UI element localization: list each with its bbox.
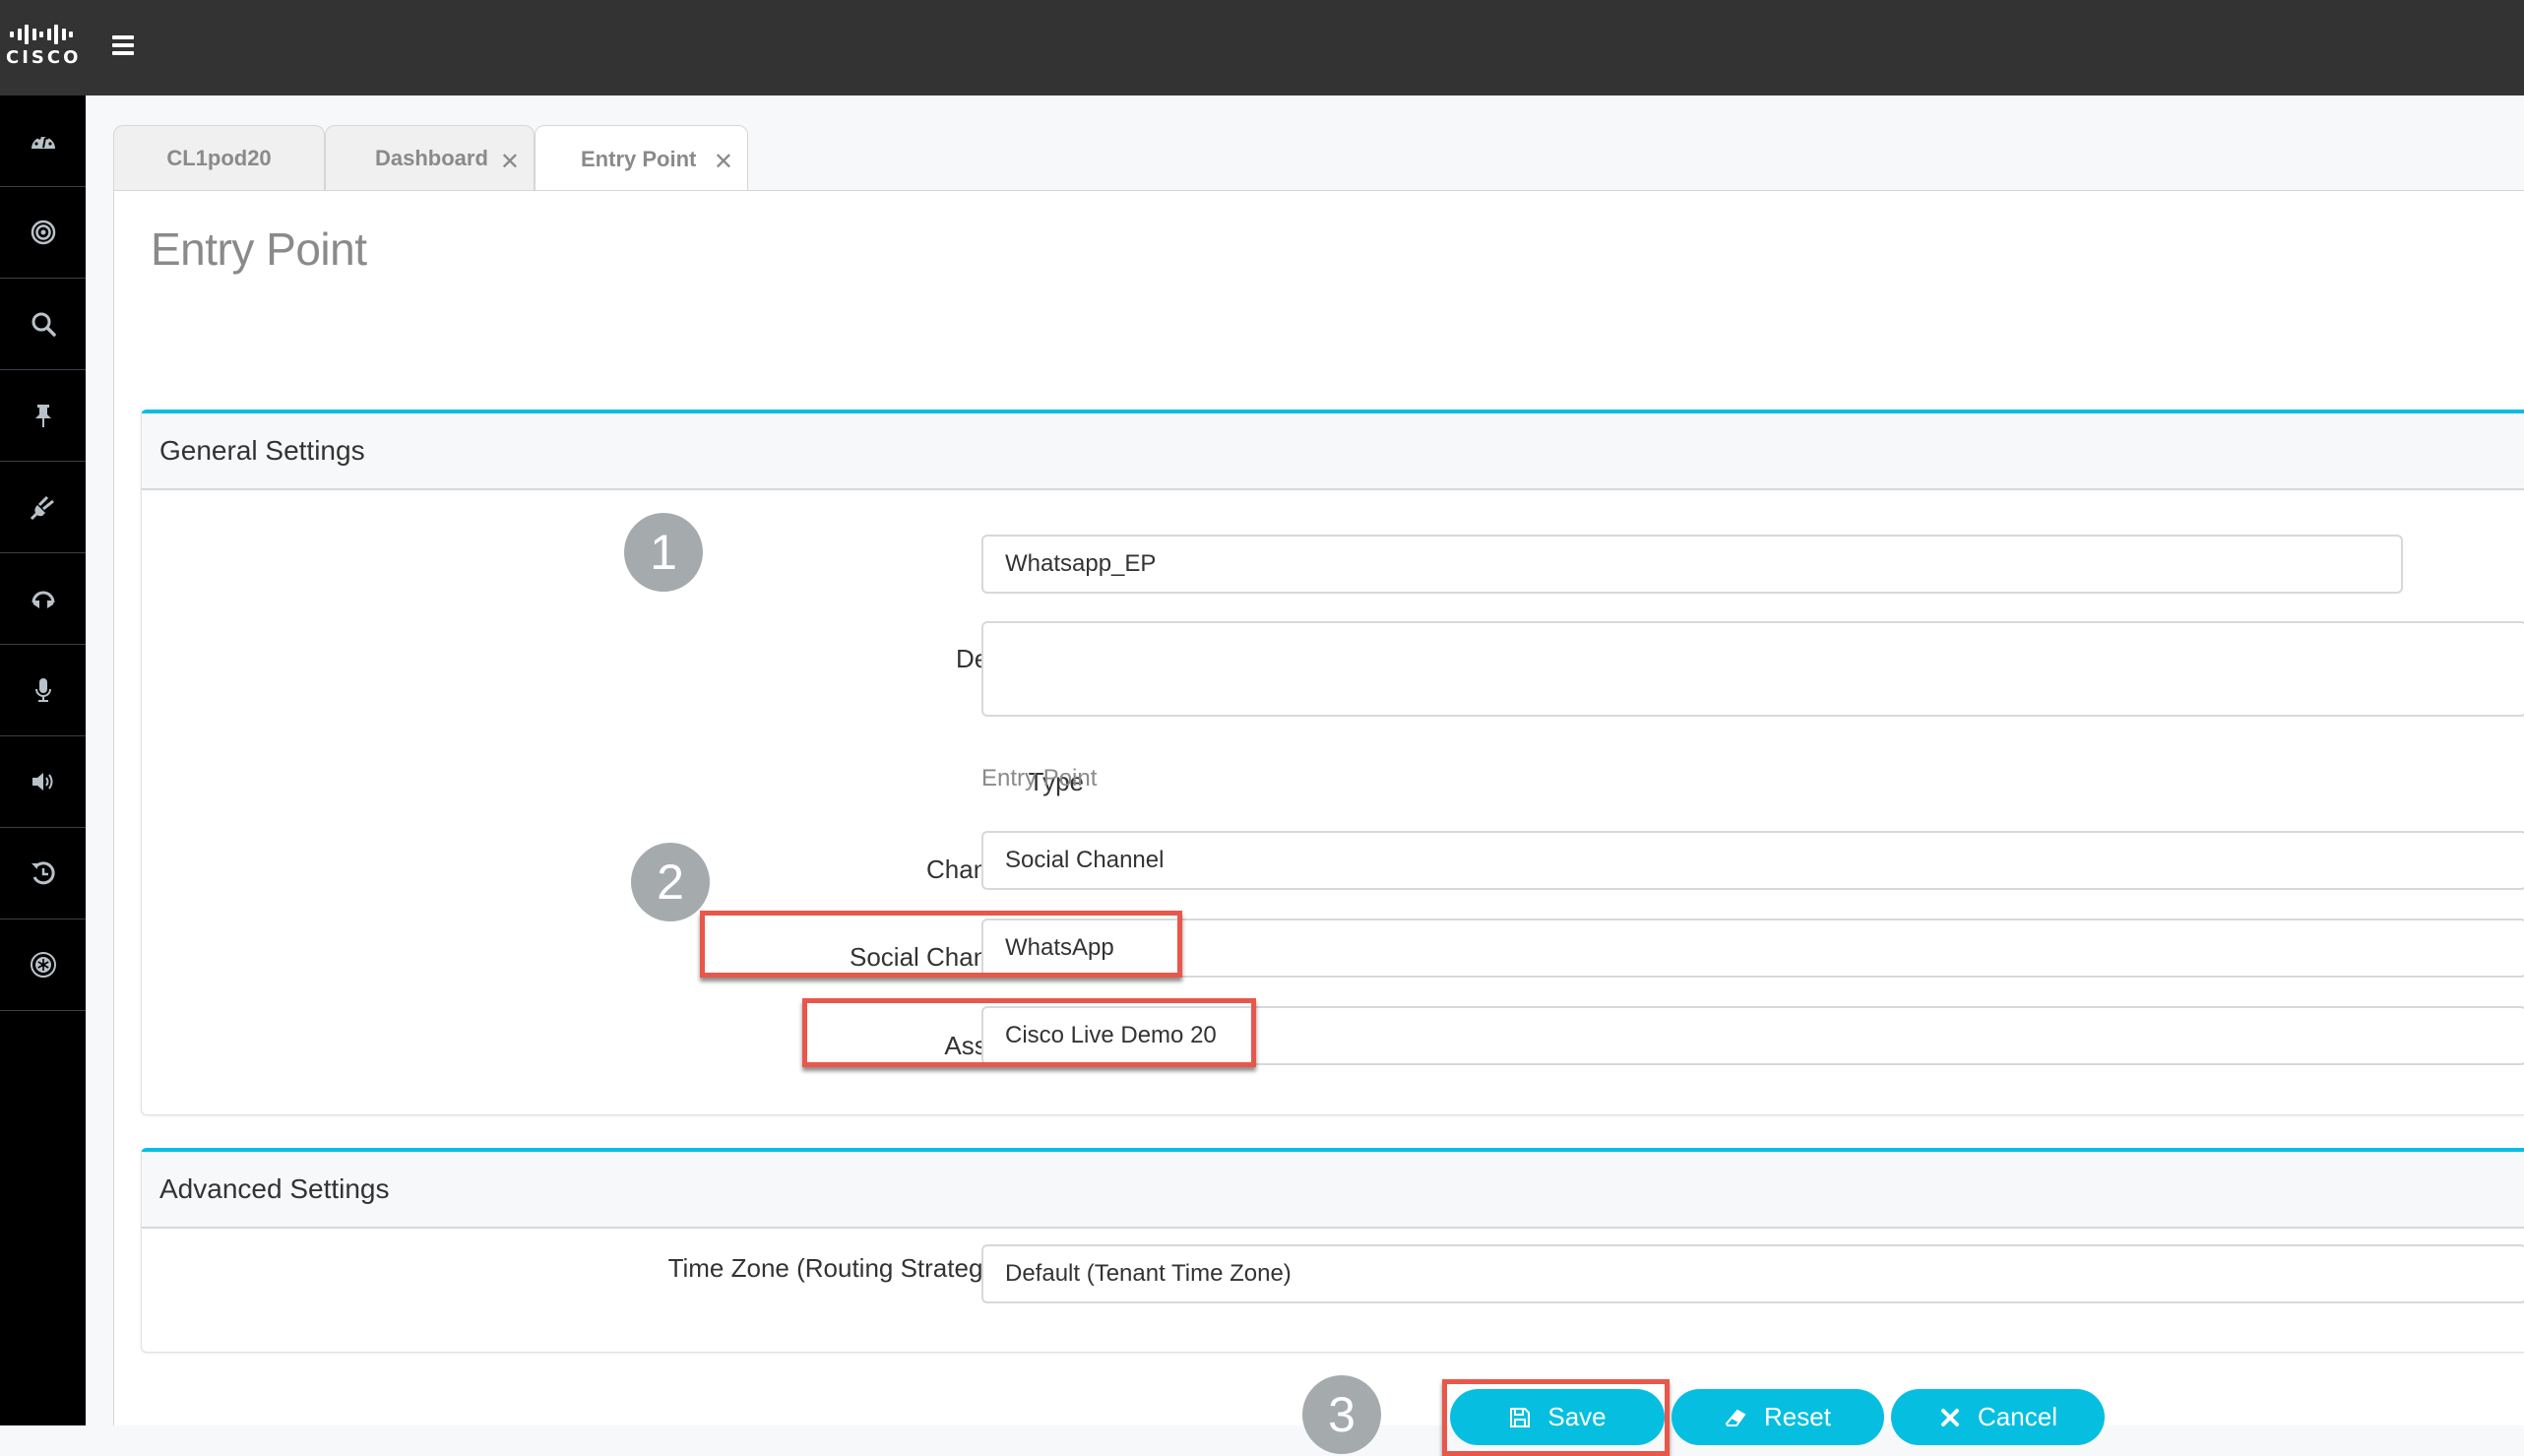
sidebar-item-headset[interactable] [0,553,86,645]
reset-label: Reset [1764,1402,1831,1431]
dashboard-gauge-icon [31,136,55,149]
cisco-logo-text: CISCO [6,47,82,68]
cisco-logo: CISCO [6,24,82,71]
sidebar [0,95,86,1425]
advanced-settings-header: Advanced Settings [142,1152,2524,1229]
time-zone-select[interactable]: Default (Tenant Time Zone) [981,1244,2524,1303]
plug-icon [30,495,54,521]
sidebar-item-plug[interactable] [0,462,86,553]
sidebar-item-search[interactable] [0,279,86,370]
settings-icon [30,952,56,978]
sidebar-item-history[interactable] [0,828,86,919]
sidebar-item-speaker[interactable] [0,736,86,828]
tab-dashboard[interactable]: Dashboard ✕ [325,125,535,190]
tab-cl1pod20[interactable]: CL1pod20 [113,125,325,190]
step-badge-2: 2 [631,843,710,921]
save-button[interactable]: Save [1450,1389,1665,1445]
main-area: CL1pod20 Dashboard ✕ Entry Point ✕ Entry… [86,95,2524,1456]
speaker-icon [32,773,52,791]
cancel-button[interactable]: Cancel [1891,1389,2105,1445]
asset-name-select[interactable]: Cisco Live Demo 20 [981,1006,2524,1065]
name-input[interactable] [981,535,2403,594]
description-textarea[interactable] [981,621,2524,717]
target-icon [31,220,55,245]
sidebar-item-pin[interactable] [0,370,86,462]
sidebar-item-settings[interactable] [0,919,86,1011]
general-settings-header: General Settings [142,413,2524,490]
history-icon [31,861,55,885]
channel-type-select[interactable]: Social Channel [981,831,2524,890]
headset-icon [32,591,54,608]
step-badge-3: 3 [1302,1375,1381,1454]
social-channel-type-select[interactable]: WhatsApp [981,918,2524,978]
sidebar-item-microphone[interactable] [0,645,86,736]
page-title: Entry Point [151,223,367,275]
pin-icon [34,405,51,427]
sidebar-item-target[interactable] [0,187,86,279]
cisco-logo-bars-icon [6,24,77,45]
close-icon[interactable]: ✕ [500,148,520,176]
general-settings-card: General Settings 1 Name Description Type… [141,410,2524,1115]
tab-label: Entry Point [581,146,697,171]
tab-label: Dashboard [375,145,488,170]
reset-button[interactable]: Reset [1672,1389,1884,1445]
advanced-settings-card: Advanced Settings Time Zone (Routing Str… [141,1148,2524,1353]
cancel-label: Cancel [1978,1402,2057,1431]
tab-label: CL1pod20 [166,145,272,170]
save-label: Save [1547,1402,1607,1431]
sidebar-item-dashboard[interactable] [0,95,86,187]
type-value: Entry Point [981,765,1098,791]
top-bar: CISCO [0,0,2524,95]
hamburger-icon[interactable] [112,35,134,55]
tab-bar: CL1pod20 Dashboard ✕ Entry Point ✕ [113,125,748,192]
search-icon [32,312,56,337]
entry-point-panel: Entry Point General Settings 1 Name Desc… [113,190,2524,1456]
close-icon[interactable]: ✕ [714,148,733,176]
microphone-icon [34,678,51,702]
step-badge-1: 1 [624,513,703,592]
tab-entry-point[interactable]: Entry Point ✕ [535,125,748,192]
